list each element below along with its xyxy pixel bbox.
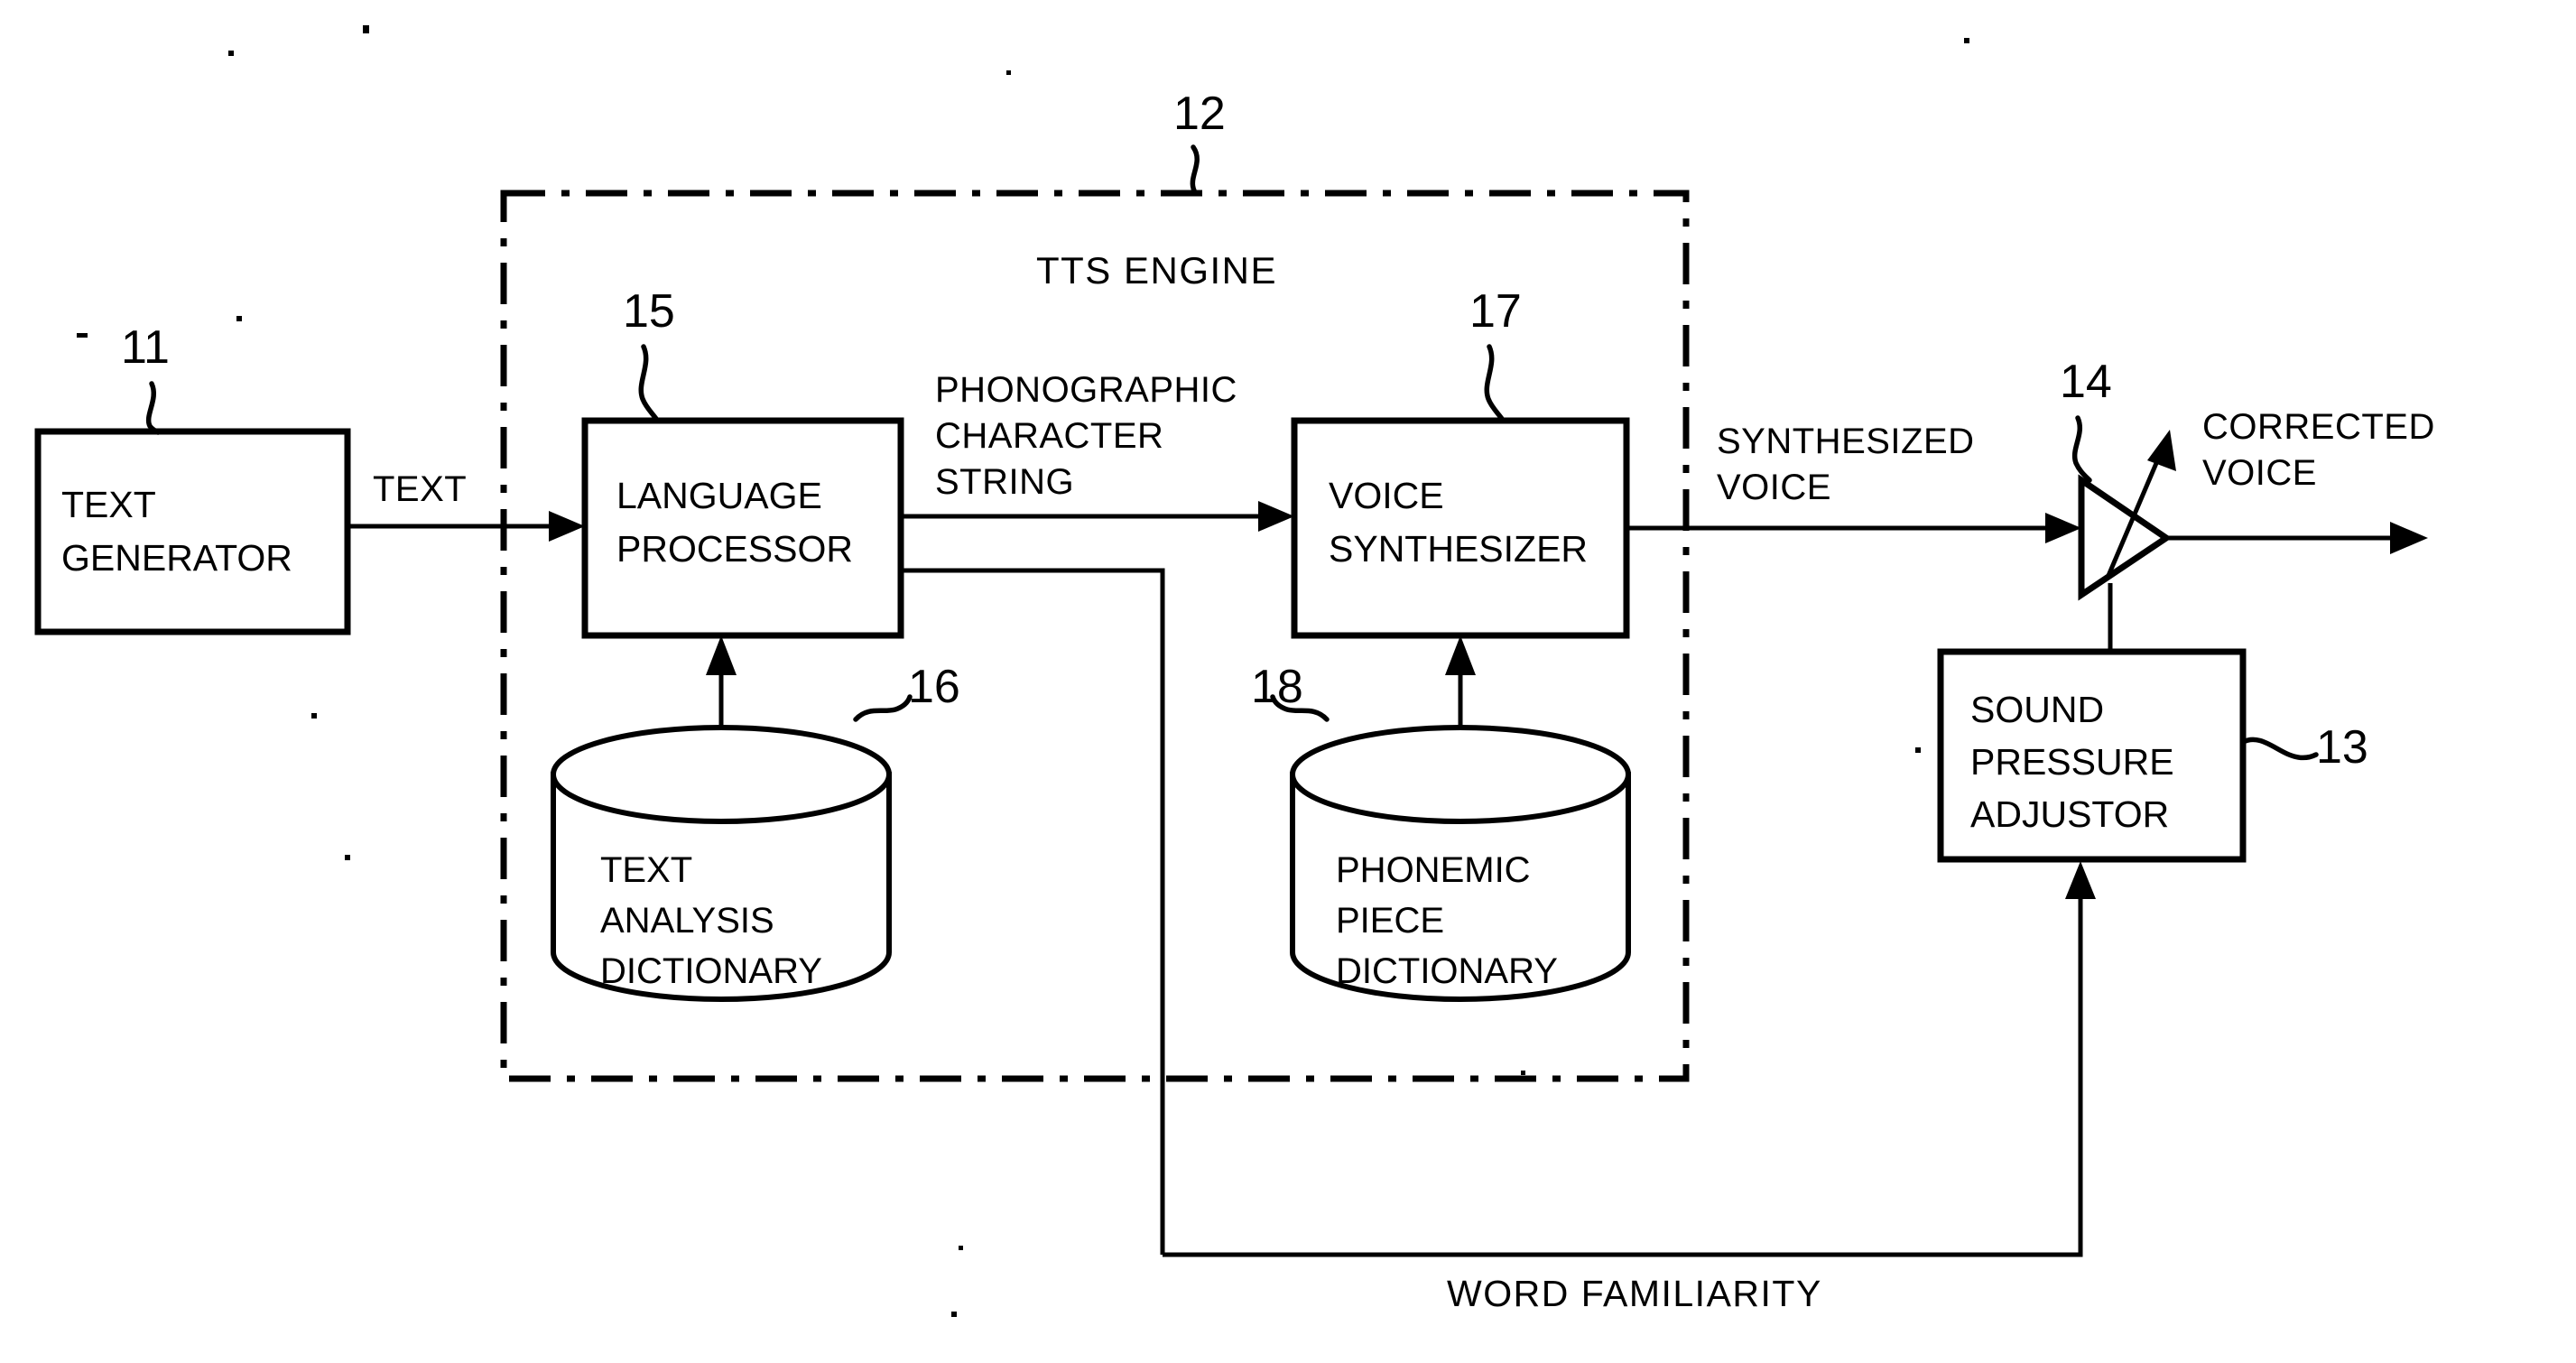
sound-pressure-adjustor-label-line2: PRESSURE [1970,741,2174,783]
diagram-text-layer: 11 12 13 14 15 16 17 18 TTS ENGINE TEXT … [61,88,2435,1314]
ref-number-18: 18 [1251,661,1303,713]
tts-engine-title: TTS ENGINE [1036,249,1277,292]
voice-synthesizer-label-line1: VOICE [1329,475,1444,516]
ref-number-13: 13 [2316,721,2368,774]
text-generator-label-line1: TEXT [61,484,156,525]
ref-number-15: 15 [623,285,675,338]
phonographic-string-label-line1: PHONOGRAPHIC [935,370,1237,410]
figure-canvas: 11 12 13 14 15 16 17 18 TTS ENGINE TEXT … [0,0,2576,1363]
text-analysis-dictionary-label-line1: TEXT [600,850,692,890]
corrected-voice-label-line1: CORRECTED [2202,407,2435,447]
synthesized-voice-label-line1: SYNTHESIZED [1717,422,1975,461]
text-signal-label: TEXT [373,469,467,509]
word-familiarity-label: WORD FAMILIARITY [1447,1273,1822,1314]
text-analysis-dictionary-label-line3: DICTIONARY [600,951,822,991]
language-processor-label-line2: PROCESSOR [616,528,853,570]
language-processor-label-line1: LANGUAGE [616,475,822,516]
text-analysis-dictionary-label-line2: ANALYSIS [600,901,774,941]
ref-number-17: 17 [1469,285,1522,338]
ref-number-11: 11 [121,321,170,374]
voice-synthesizer-label-line2: SYNTHESIZER [1329,528,1588,570]
corrected-voice-label-line2: VOICE [2202,453,2317,493]
sound-pressure-adjustor-label-line1: SOUND [1970,689,2104,730]
ref-number-14: 14 [2060,356,2112,408]
phonographic-string-label-line2: CHARACTER [935,416,1163,456]
sound-pressure-adjustor-label-line3: ADJUSTOR [1970,793,2169,835]
phonemic-piece-dictionary-label-line1: PHONEMIC [1336,850,1531,890]
text-generator-label-line2: GENERATOR [61,537,292,579]
phonographic-string-label-line3: STRING [935,462,1074,502]
ref-number-12: 12 [1173,88,1226,140]
ref-number-16: 16 [908,661,960,713]
phonemic-piece-dictionary-label-line3: DICTIONARY [1336,951,1558,991]
synthesized-voice-label-line2: VOICE [1717,468,1831,507]
phonemic-piece-dictionary-label-line2: PIECE [1336,901,1444,941]
